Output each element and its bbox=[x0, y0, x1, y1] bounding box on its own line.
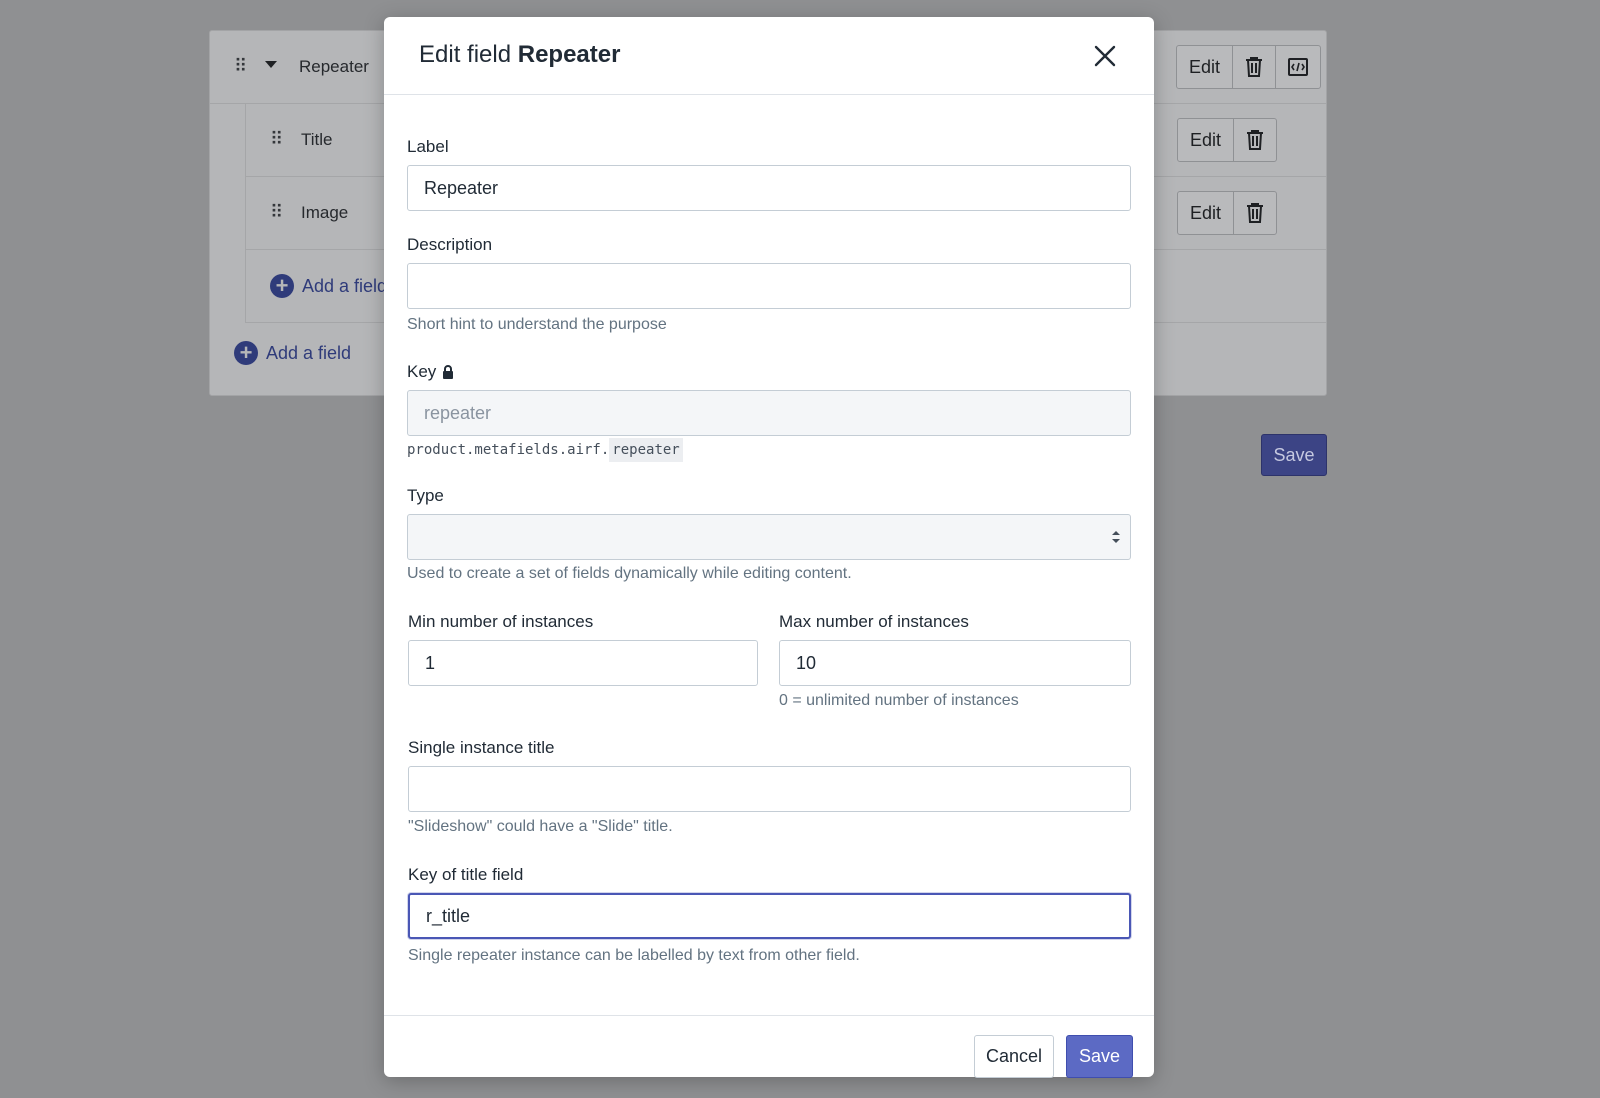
modal-header: Edit field Repeater bbox=[384, 17, 1154, 95]
drag-handle-icon[interactable]: ⠿ bbox=[234, 57, 247, 75]
select-arrows-icon bbox=[1112, 531, 1120, 543]
code-button[interactable] bbox=[1276, 46, 1320, 88]
field-row-label: Repeater bbox=[299, 57, 369, 76]
title-key-input[interactable]: r_title bbox=[408, 893, 1131, 939]
plus-circle-icon: + bbox=[234, 341, 258, 365]
edit-field-modal: Edit field Repeater Label Repeater Descr… bbox=[384, 17, 1154, 1078]
add-field-link[interactable]: + Add a field bbox=[234, 341, 351, 365]
key-path-prefix: product.metafields.airf. bbox=[407, 442, 610, 458]
save-button[interactable]: Save bbox=[1066, 1035, 1133, 1078]
title-key-label: Key of title field bbox=[408, 865, 524, 884]
delete-button[interactable] bbox=[1234, 192, 1276, 234]
single-instance-title-label: Single instance title bbox=[408, 738, 555, 757]
single-instance-title-hint: "Slideshow" could have a "Slide" title. bbox=[408, 818, 673, 835]
field-row-actions: Edit bbox=[1176, 45, 1322, 89]
page-save-button[interactable]: Save bbox=[1261, 434, 1327, 476]
field-row-actions: Edit bbox=[1177, 118, 1278, 162]
modal-footer: Cancel Save bbox=[384, 1015, 1154, 1078]
label-field-label: Label bbox=[407, 137, 449, 156]
type-select[interactable] bbox=[407, 514, 1131, 560]
type-field-label: Type bbox=[407, 486, 444, 505]
key-path-key: repeater bbox=[609, 438, 683, 462]
trash-icon bbox=[1247, 130, 1264, 150]
description-hint: Short hint to understand the purpose bbox=[407, 316, 667, 333]
field-row-label: Title bbox=[301, 130, 333, 149]
title-key-hint: Single repeater instance can be labelled… bbox=[408, 947, 860, 964]
edit-button[interactable]: Edit bbox=[1177, 46, 1234, 88]
max-instances-hint: 0 = unlimited number of instances bbox=[779, 692, 1019, 709]
code-icon bbox=[1288, 58, 1309, 76]
max-instances-label: Max number of instances bbox=[779, 612, 969, 631]
modal-title-prefix: Edit field bbox=[419, 41, 512, 68]
caret-down-icon[interactable] bbox=[265, 61, 277, 68]
lock-icon bbox=[443, 364, 454, 379]
key-field-label: Key bbox=[407, 362, 454, 382]
modal-title-field-name: Repeater bbox=[517, 41, 621, 68]
trash-icon bbox=[1246, 57, 1263, 77]
close-icon bbox=[1094, 45, 1116, 67]
edit-button[interactable]: Edit bbox=[1178, 192, 1235, 234]
add-nested-field-link[interactable]: + Add a field bbox=[270, 274, 387, 298]
field-row-actions: Edit bbox=[1177, 191, 1278, 235]
add-field-label: Add a field bbox=[266, 342, 352, 363]
drag-handle-icon[interactable]: ⠿ bbox=[270, 130, 283, 148]
single-instance-title-input[interactable] bbox=[408, 766, 1131, 812]
key-path-code: product.metafields.airf. repeater bbox=[407, 437, 683, 463]
modal-title: Edit field Repeater bbox=[419, 41, 620, 69]
min-instances-input[interactable]: 1 bbox=[408, 640, 758, 686]
key-input: repeater bbox=[407, 390, 1131, 436]
edit-button[interactable]: Edit bbox=[1178, 119, 1235, 161]
description-input[interactable] bbox=[407, 263, 1131, 309]
min-instances-label: Min number of instances bbox=[408, 612, 594, 631]
max-instances-input[interactable]: 10 bbox=[779, 640, 1131, 686]
cancel-button[interactable]: Cancel bbox=[974, 1035, 1054, 1078]
delete-button[interactable] bbox=[1233, 46, 1277, 88]
field-row-label: Image bbox=[301, 203, 349, 222]
label-input[interactable]: Repeater bbox=[407, 165, 1131, 211]
add-field-label: Add a field bbox=[302, 275, 388, 296]
delete-button[interactable] bbox=[1234, 119, 1276, 161]
plus-circle-icon: + bbox=[270, 274, 294, 298]
close-button[interactable] bbox=[1090, 41, 1120, 71]
key-label-text: Key bbox=[407, 362, 437, 381]
type-hint: Used to create a set of fields dynamical… bbox=[407, 565, 852, 582]
drag-handle-icon[interactable]: ⠿ bbox=[270, 203, 283, 221]
trash-icon bbox=[1247, 203, 1264, 223]
description-field-label: Description bbox=[407, 235, 493, 254]
